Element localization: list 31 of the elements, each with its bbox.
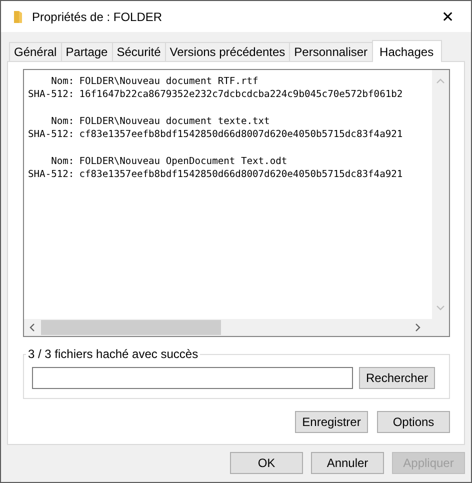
window-title: Propriétés de : FOLDER xyxy=(32,10,164,24)
folder-icon xyxy=(13,10,23,24)
hash-value: cf83e1357eefb8bdf1542850d66d8007d620e4050b5715dc83f4a921 xyxy=(79,128,403,141)
hash-label: SHA-512: xyxy=(28,168,74,181)
scroll-left-icon[interactable] xyxy=(29,323,35,332)
file-path: FOLDER\Nouveau document texte.txt xyxy=(79,115,271,128)
vertical-scrollbar[interactable] xyxy=(432,70,449,319)
scroll-right-icon[interactable] xyxy=(415,323,421,332)
tab[interactable]: Partage xyxy=(60,42,113,61)
scroll-up-icon[interactable] xyxy=(436,78,445,84)
name-label: Nom: xyxy=(50,75,74,88)
hash-value: 16f1647b22ca8679352e232c7dcbcdcba224c9b045c70e572bf061b2 xyxy=(79,88,403,101)
name-label: Nom: xyxy=(50,155,74,168)
group-title: 3 / 3 fichiers haché avec succès xyxy=(26,347,200,361)
hash-label: SHA-512: xyxy=(28,128,74,141)
tab[interactable]: Hachages xyxy=(372,40,442,62)
cancel-button[interactable]: Annuler xyxy=(311,452,384,474)
ok-button[interactable]: OK xyxy=(230,452,303,474)
search-button[interactable]: Rechercher xyxy=(359,367,436,389)
name-label: Nom: xyxy=(50,115,74,128)
options-button[interactable]: Options xyxy=(377,411,450,433)
tab[interactable]: Général xyxy=(9,42,62,61)
scroll-thumb[interactable] xyxy=(41,320,221,335)
input-field[interactable] xyxy=(32,367,353,389)
file-path: FOLDER\Nouveau OpenDocument Text.odt xyxy=(79,155,288,168)
hash-label: SHA-512: xyxy=(28,88,74,101)
file-path: FOLDER\Nouveau document RTF.rtf xyxy=(79,75,260,88)
scroll-down-icon[interactable] xyxy=(436,305,445,311)
save-button[interactable]: Enregistrer xyxy=(295,411,368,433)
hash-value: cf83e1357eefb8bdf1542850d66d8007d620e4050b5715dc83f4a921 xyxy=(79,168,403,181)
tab[interactable]: Versions précédentes xyxy=(164,42,290,61)
